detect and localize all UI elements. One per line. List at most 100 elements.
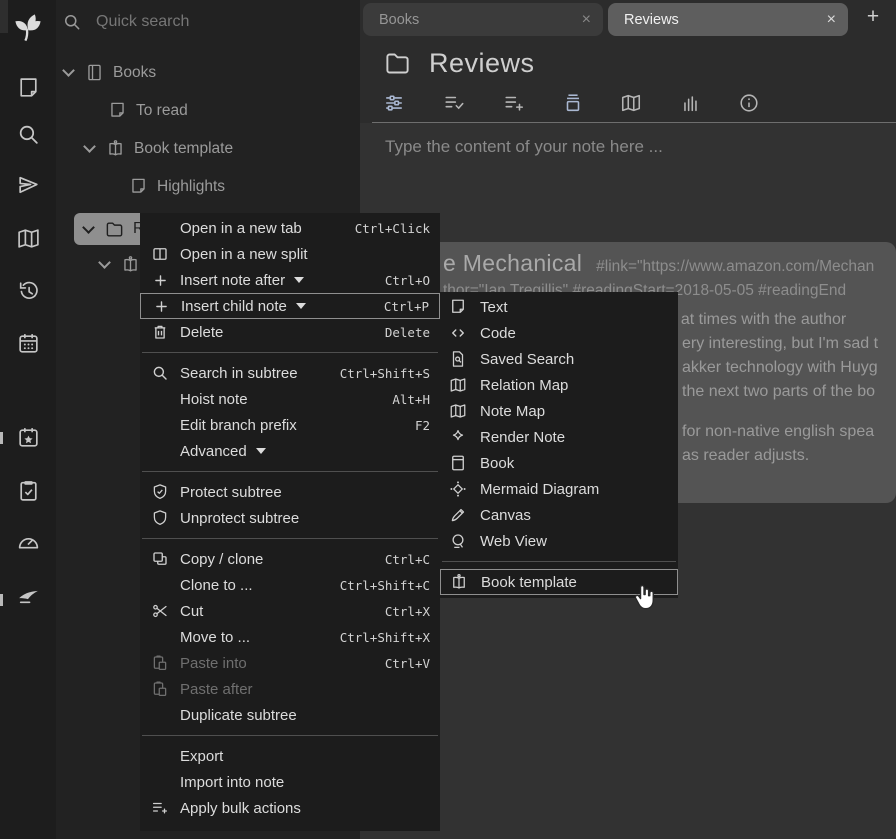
submenu-item-book[interactable]: Book bbox=[440, 450, 678, 476]
special-date-icon[interactable] bbox=[16, 425, 41, 450]
tree-item-highlights[interactable]: Highlights bbox=[129, 177, 225, 196]
spark-icon bbox=[448, 427, 468, 447]
note-title: Reviews bbox=[384, 48, 535, 79]
chevron-down-icon[interactable] bbox=[62, 64, 75, 77]
code-icon bbox=[448, 323, 468, 343]
globe-icon bbox=[448, 531, 468, 551]
menu-item-search-in-subtree[interactable]: Search in subtreeCtrl+Shift+S bbox=[140, 360, 440, 386]
close-icon[interactable]: × bbox=[827, 11, 836, 29]
owned-attributes-icon[interactable] bbox=[443, 92, 465, 114]
recent-changes-icon[interactable] bbox=[16, 278, 41, 303]
inbox-bird-icon[interactable] bbox=[16, 583, 41, 608]
collections-icon[interactable] bbox=[562, 92, 584, 114]
quick-search-input[interactable] bbox=[94, 12, 298, 32]
info-icon[interactable] bbox=[738, 92, 760, 114]
close-icon[interactable]: × bbox=[582, 11, 591, 29]
caret-down-icon bbox=[294, 277, 304, 283]
menu-item-duplicate-subtree[interactable]: Duplicate subtree bbox=[140, 702, 440, 728]
new-note-icon[interactable] bbox=[16, 76, 41, 101]
paste-icon bbox=[150, 679, 170, 699]
menu-item-insert-note-after[interactable]: Insert note afterCtrl+O bbox=[140, 267, 440, 293]
note-map-icon[interactable] bbox=[620, 92, 642, 114]
calendar-icon[interactable] bbox=[16, 331, 41, 356]
menu-item-open-new-split[interactable]: Open in a new split bbox=[140, 241, 440, 267]
submenu-item-web-view[interactable]: Web View bbox=[440, 528, 678, 554]
pen-icon bbox=[448, 505, 468, 525]
note-info-chart-icon[interactable] bbox=[679, 92, 701, 114]
tree-item-book-template[interactable]: Book template bbox=[85, 139, 233, 158]
plus-icon bbox=[150, 270, 170, 290]
book-template-icon bbox=[106, 139, 125, 158]
split-icon bbox=[150, 244, 170, 264]
note-icon bbox=[448, 297, 468, 317]
tab-bar: Books × Reviews × + bbox=[360, 0, 896, 36]
caret-down-icon bbox=[296, 303, 306, 309]
chevron-down-icon[interactable] bbox=[82, 221, 95, 234]
menu-item-hoist-note[interactable]: Hoist noteAlt+H bbox=[140, 386, 440, 412]
review-text-line: akker technology with Huyg bbox=[682, 359, 878, 377]
tab-books[interactable]: Books × bbox=[363, 3, 603, 36]
note-map-icon[interactable] bbox=[16, 226, 41, 251]
book-attributes: #link="https://www.amazon.com/Mechan bbox=[596, 258, 874, 276]
submenu-item-saved-search[interactable]: Saved Search bbox=[440, 346, 678, 372]
chevron-down-icon[interactable] bbox=[98, 256, 111, 269]
chevron-down-icon[interactable] bbox=[83, 140, 96, 153]
edge-indicator bbox=[0, 594, 3, 606]
tab-label: Reviews bbox=[624, 12, 679, 28]
menu-item-protect-subtree[interactable]: Protect subtree bbox=[140, 479, 440, 505]
note-content-placeholder[interactable]: Type the content of your note here ... bbox=[385, 137, 663, 157]
menu-item-paste-after: Paste after bbox=[140, 676, 440, 702]
menu-item-apply-bulk-actions[interactable]: Apply bulk actions bbox=[140, 795, 440, 821]
quick-search[interactable] bbox=[62, 12, 298, 32]
tab-label: Books bbox=[379, 12, 419, 28]
new-tab-button[interactable]: + bbox=[860, 4, 886, 30]
basic-properties-icon[interactable] bbox=[383, 92, 405, 114]
submenu-item-code[interactable]: Code bbox=[440, 320, 678, 346]
search-icon bbox=[150, 363, 170, 383]
menu-item-edit-branch-prefix[interactable]: Edit branch prefixF2 bbox=[140, 412, 440, 438]
window-corner bbox=[0, 0, 8, 33]
menu-separator bbox=[142, 352, 438, 353]
launcher-bar bbox=[0, 0, 56, 839]
menu-item-advanced[interactable]: Advanced bbox=[140, 438, 440, 464]
tree-item-label: To read bbox=[136, 102, 188, 120]
submenu-item-mermaid-diagram[interactable]: Mermaid Diagram bbox=[440, 476, 678, 502]
submenu-item-relation-map[interactable]: Relation Map bbox=[440, 372, 678, 398]
review-text-line: the next two parts of the bo bbox=[682, 383, 875, 401]
search-icon[interactable] bbox=[16, 122, 41, 147]
map-icon bbox=[448, 375, 468, 395]
tree-item-label: Book template bbox=[134, 140, 233, 158]
trash-icon bbox=[150, 322, 170, 342]
inherited-attributes-icon[interactable] bbox=[503, 92, 525, 114]
menu-item-delete[interactable]: DeleteDelete bbox=[140, 319, 440, 345]
ribbon-bar bbox=[360, 84, 896, 122]
note-type-submenu: Text Code Saved Search Relation Map Note… bbox=[440, 292, 678, 598]
task-list-icon[interactable] bbox=[16, 478, 41, 503]
tree-item-books[interactable]: Books bbox=[64, 63, 156, 82]
note-icon bbox=[129, 177, 148, 196]
note-title-text[interactable]: Reviews bbox=[429, 48, 535, 79]
menu-item-open-new-tab[interactable]: Open in a new tabCtrl+Click bbox=[140, 215, 440, 241]
tree-item-to-read[interactable]: To read bbox=[108, 101, 188, 120]
menu-item-import-into-note[interactable]: Import into note bbox=[140, 769, 440, 795]
folder-icon bbox=[105, 220, 124, 239]
quick-search-icon bbox=[62, 12, 82, 32]
menu-item-move-to[interactable]: Move to ...Ctrl+Shift+X bbox=[140, 624, 440, 650]
menu-item-copy-clone[interactable]: Copy / cloneCtrl+C bbox=[140, 546, 440, 572]
menu-item-export[interactable]: Export bbox=[140, 743, 440, 769]
submenu-item-text[interactable]: Text bbox=[440, 294, 678, 320]
menu-item-clone-to[interactable]: Clone to ...Ctrl+Shift+C bbox=[140, 572, 440, 598]
trilium-logo-icon[interactable] bbox=[7, 6, 49, 48]
submenu-item-render-note[interactable]: Render Note bbox=[440, 424, 678, 450]
menu-item-unprotect-subtree[interactable]: Unprotect subtree bbox=[140, 505, 440, 531]
dashboard-icon[interactable] bbox=[16, 530, 41, 555]
paste-icon bbox=[150, 653, 170, 673]
menu-item-cut[interactable]: CutCtrl+X bbox=[140, 598, 440, 624]
book-title[interactable]: e Mechanical bbox=[443, 250, 582, 277]
submenu-item-note-map[interactable]: Note Map bbox=[440, 398, 678, 424]
menu-item-insert-child-note[interactable]: Insert child noteCtrl+P bbox=[140, 293, 440, 319]
tab-reviews[interactable]: Reviews × bbox=[608, 3, 848, 36]
book-template-icon bbox=[121, 255, 140, 274]
jump-to-icon[interactable] bbox=[16, 173, 41, 198]
submenu-item-canvas[interactable]: Canvas bbox=[440, 502, 678, 528]
